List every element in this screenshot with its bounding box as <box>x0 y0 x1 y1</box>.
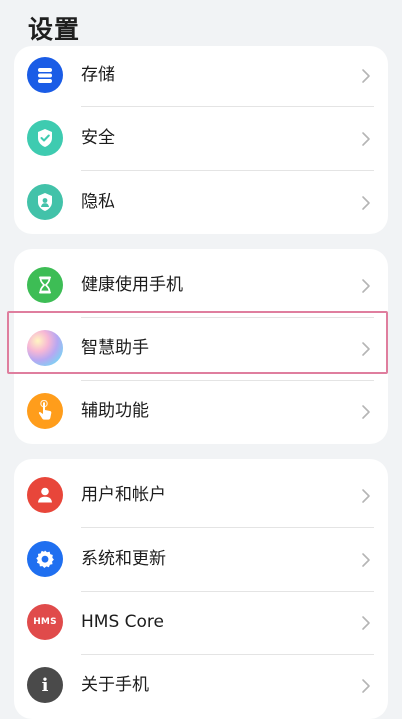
page-title: 设置 <box>28 15 81 44</box>
hms-icon-text: HMS <box>33 617 57 627</box>
settings-item-storage[interactable]: 存储 <box>14 46 388 107</box>
settings-group-system: 用户和帐户 系统和更新 HMS HMS Core i 关于手机 <box>14 459 388 719</box>
hms-icon: HMS <box>27 604 63 640</box>
settings-item-label: 存储 <box>81 65 115 85</box>
chevron-right-icon <box>362 69 370 83</box>
storage-icon <box>27 57 63 93</box>
settings-item-label: HMS Core <box>81 612 164 632</box>
settings-item-digital-balance[interactable]: 健康使用手机 <box>14 254 388 317</box>
smart-assistant-orb-icon <box>27 330 63 366</box>
settings-item-label: 系统和更新 <box>81 549 166 569</box>
settings-item-hms-core[interactable]: HMS HMS Core <box>14 591 388 654</box>
settings-item-label: 隐私 <box>81 192 115 212</box>
chevron-right-icon <box>362 679 370 693</box>
settings-item-label: 辅助功能 <box>81 401 149 421</box>
hand-touch-icon <box>27 393 63 429</box>
settings-item-users-accounts[interactable]: 用户和帐户 <box>14 464 388 527</box>
chevron-right-icon <box>362 132 370 146</box>
chevron-right-icon <box>362 489 370 503</box>
settings-group-assist: 健康使用手机 智慧助手 辅助功能 <box>14 249 388 444</box>
privacy-shield-icon <box>27 184 63 220</box>
settings-group-storage-security: 存储 安全 隐私 <box>14 46 388 234</box>
settings-item-accessibility[interactable]: 辅助功能 <box>14 380 388 443</box>
chevron-right-icon <box>362 405 370 419</box>
chevron-right-icon <box>362 616 370 630</box>
hourglass-icon <box>27 267 63 303</box>
settings-item-label: 智慧助手 <box>81 338 149 358</box>
chevron-right-icon <box>362 279 370 293</box>
info-icon-text: i <box>41 674 49 696</box>
settings-item-smart-assistant[interactable]: 智慧助手 <box>14 317 388 380</box>
info-icon: i <box>27 667 63 703</box>
gear-icon <box>27 541 63 577</box>
settings-item-label: 用户和帐户 <box>81 485 166 505</box>
chevron-right-icon <box>362 196 370 210</box>
settings-item-privacy[interactable]: 隐私 <box>14 171 388 234</box>
settings-item-system-updates[interactable]: 系统和更新 <box>14 528 388 591</box>
shield-check-icon <box>27 120 63 156</box>
settings-item-about-phone[interactable]: i 关于手机 <box>14 654 388 717</box>
settings-item-label: 安全 <box>81 128 115 148</box>
settings-item-label: 健康使用手机 <box>81 275 183 295</box>
settings-item-security[interactable]: 安全 <box>14 107 388 170</box>
settings-item-label: 关于手机 <box>81 675 149 695</box>
chevron-right-icon <box>362 553 370 567</box>
user-icon <box>27 477 63 513</box>
chevron-right-icon <box>362 342 370 356</box>
